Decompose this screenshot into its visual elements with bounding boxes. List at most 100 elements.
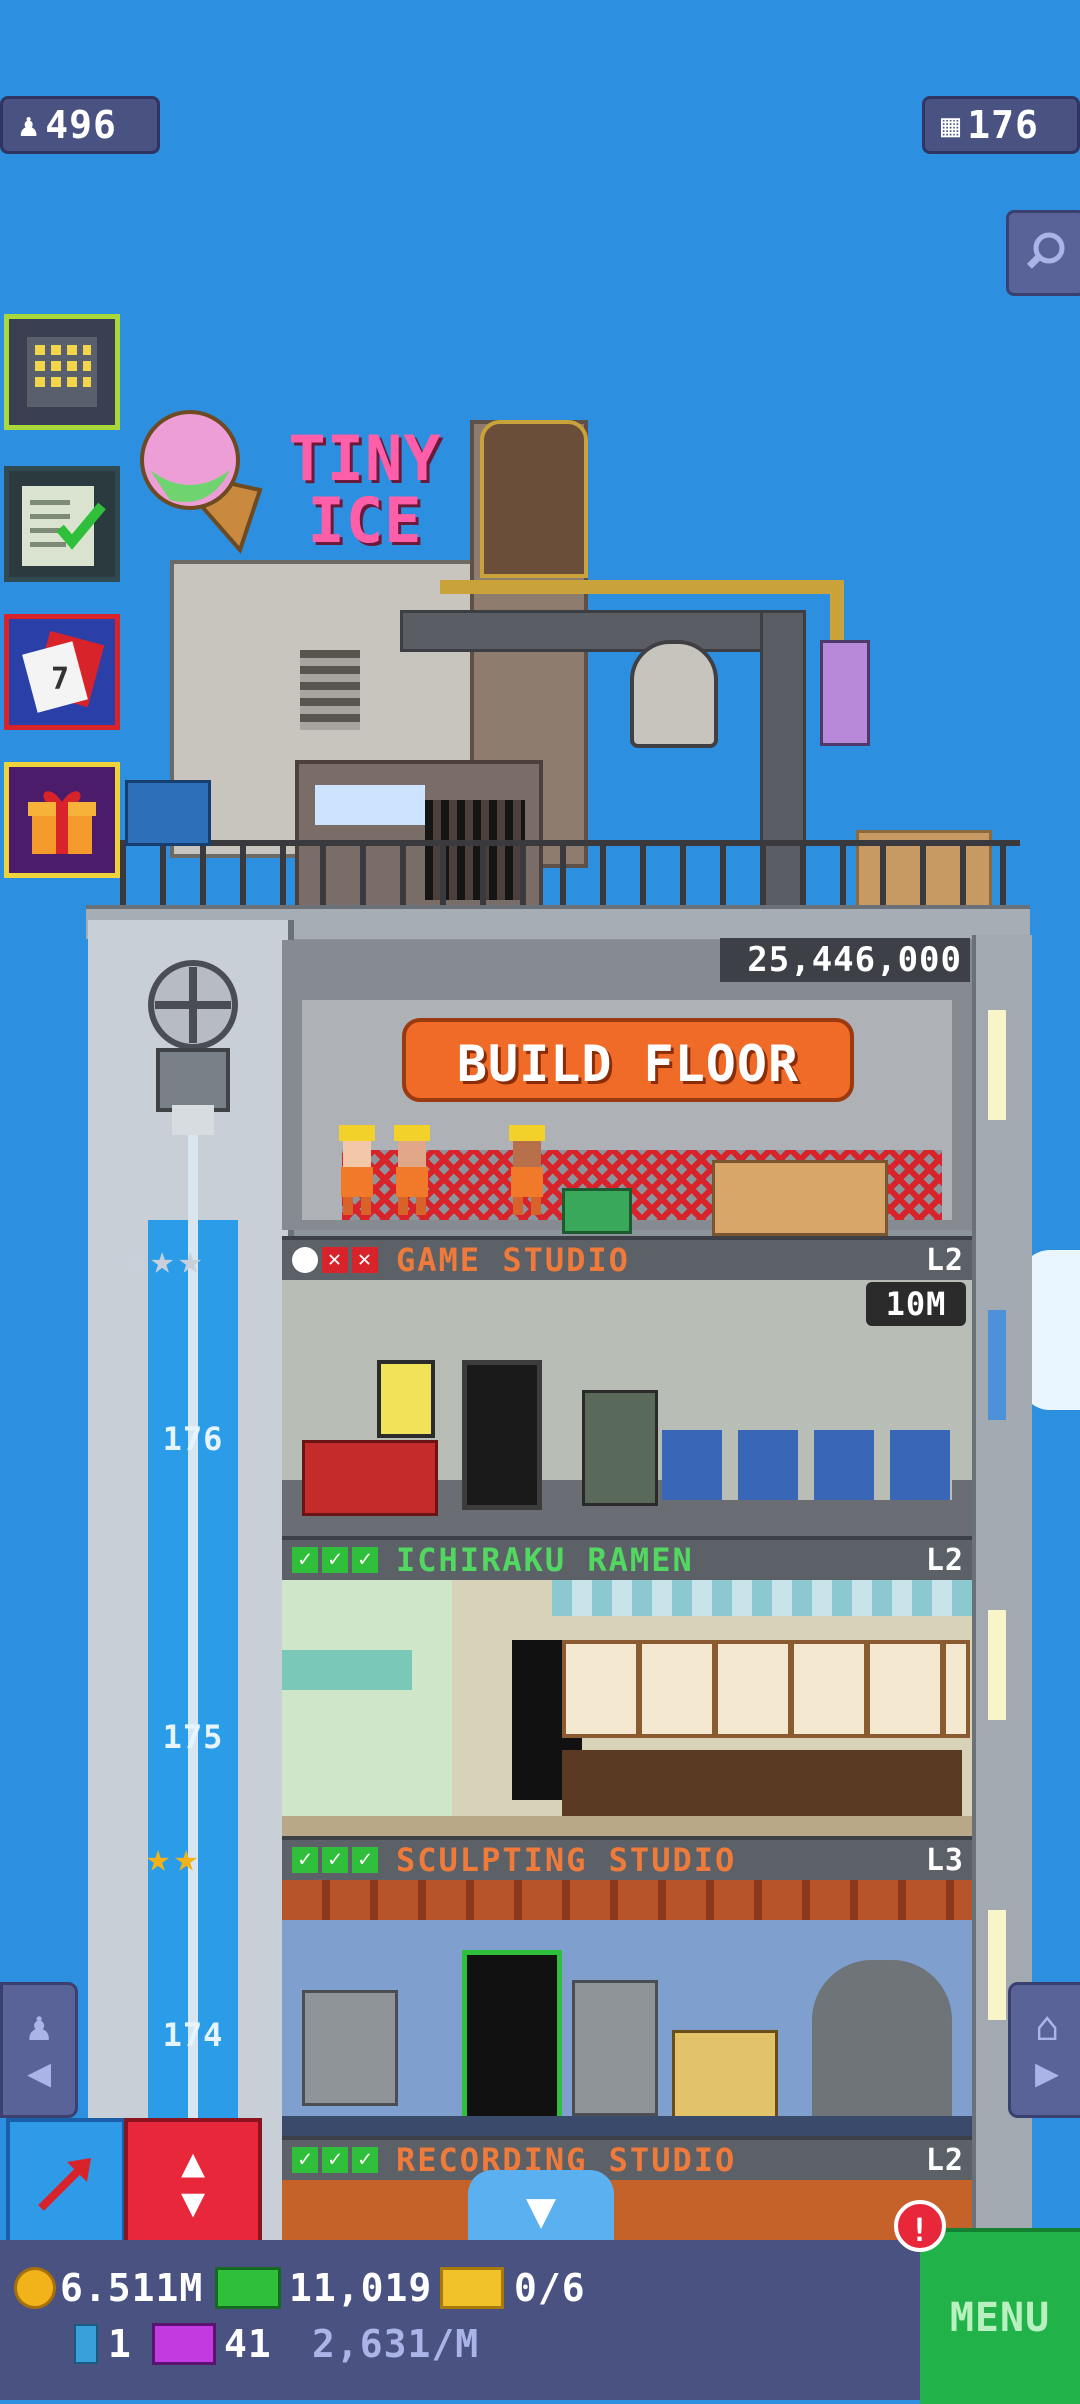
prev-tower-button[interactable]: ♟ ◀ [0, 1982, 78, 2118]
next-tower-button[interactable]: ⌂ ▶ [1008, 1982, 1080, 2118]
floor-recording-studio[interactable] [282, 2180, 972, 2240]
control-box-screen [315, 785, 425, 825]
floor-header-recording-studio[interactable]: ✓ ✓ ✓ RECORDING STUDIO L2 [282, 2136, 972, 2180]
vip-icon [152, 2323, 216, 2365]
construction-worker[interactable] [390, 1125, 434, 1215]
left-arrow-icon: ◀ [26, 2050, 52, 2096]
floor-header-sculpting-studio[interactable]: ✓ ✓ ✓ SCULPTING STUDIO L3 [282, 1836, 972, 1880]
floors-value: 176 [967, 103, 1039, 147]
search-button[interactable] [1006, 210, 1080, 296]
floor-ichiraku-ramen[interactable] [282, 1580, 972, 1836]
sculpt-door [462, 1950, 562, 2140]
magnifier-icon [1026, 232, 1065, 269]
purple-dispenser [820, 640, 870, 746]
bux-display[interactable]: 11,019 [215, 2266, 432, 2310]
floor-name: SCULPTING STUDIO [396, 1841, 737, 1879]
build-floor-button[interactable]: BUILD FLOOR [402, 1018, 854, 1102]
stocked-check-icon: ✓ [352, 1847, 378, 1873]
floor-header-ichiraku-ramen[interactable]: ✓ ✓ ✓ ICHIRAKU RAMEN L2 [282, 1536, 972, 1580]
calendar-button[interactable]: 7 [4, 614, 120, 730]
tickets-value: 0/6 [514, 2266, 586, 2310]
population-counter[interactable]: ♟ 496 [0, 96, 160, 154]
buildings-button[interactable] [4, 314, 120, 430]
calendar-icon: 7 [22, 630, 105, 713]
gold-pipe [440, 580, 840, 594]
elevator-waiting-stars: ★ ★ ★ [122, 1240, 262, 1280]
window-light [988, 1910, 1006, 2020]
income-rate: 2,631/M [312, 2322, 480, 2366]
floor-header-game-studio[interactable]: ✕ ✕ GAME STUDIO L2 [282, 1236, 972, 1280]
stocked-check-icon: ✓ [292, 1547, 318, 1573]
build-cost: 25,446,000 [720, 938, 970, 982]
construction-worker[interactable] [335, 1125, 379, 1215]
floor-sculpting-studio[interactable] [282, 1880, 972, 2140]
stocked-check-icon: ✓ [352, 1547, 378, 1573]
studio-arcade [582, 1390, 658, 1506]
roof-railing [120, 840, 1020, 912]
coin-icon [14, 2267, 56, 2309]
floor-level: L3 [925, 1842, 964, 1878]
home-icon: ⌂ [1034, 2004, 1060, 2050]
down-arrow-icon: ▼ [180, 2180, 206, 2226]
coin-star-icon: ★ [174, 1835, 199, 1881]
coins-display[interactable]: 6.511M [14, 2266, 203, 2310]
bux-value: 11,019 [289, 2266, 433, 2310]
studio-couch [302, 1440, 438, 1516]
sculpt-big-head [812, 1960, 952, 2130]
unstocked-icon: ✕ [322, 1247, 348, 1273]
gift-icon [28, 791, 96, 854]
coins-value: 6.511M [60, 2266, 204, 2310]
gold-pipe-down [830, 580, 844, 640]
sculpt-statue [302, 1990, 398, 2106]
floor-level: L2 [925, 1542, 964, 1578]
pin-arrow-icon [38, 2158, 91, 2211]
clock-icon [292, 1247, 318, 1273]
ramen-floor [282, 1816, 972, 1836]
building-icon: ▦ [941, 106, 962, 144]
menu-button[interactable]: MENU [920, 2228, 1080, 2404]
studio-desks [662, 1430, 952, 1500]
factory-vent [300, 650, 360, 730]
elevator-motor [128, 955, 258, 1155]
stocked-check-icon: ✓ [322, 1547, 348, 1573]
tickets-display[interactable]: 0/6 [440, 2266, 586, 2310]
sculpt-floor [282, 2116, 972, 2136]
stocked-check-icon: ✓ [292, 1847, 318, 1873]
ticket-icon [440, 2267, 504, 2309]
elevator-speed-button[interactable] [6, 2118, 126, 2248]
keys-display[interactable]: 1 [74, 2322, 132, 2366]
checklist-icon [22, 486, 106, 566]
key-icon [74, 2324, 98, 2364]
floor-name: GAME STUDIO [396, 1241, 630, 1279]
shaft-floor-number: 176 [162, 1420, 224, 1458]
vip-display[interactable]: 41 [152, 2322, 272, 2366]
sculpt-robot-statue [572, 1980, 658, 2116]
rooftop-sign: TINY ICE [288, 422, 442, 557]
floor-level: L2 [925, 1242, 964, 1278]
svg-text:7: 7 [51, 662, 69, 697]
floors-counter[interactable]: ▦ 176 [922, 96, 1080, 154]
window-light [988, 1610, 1006, 1720]
studio-poster [377, 1360, 435, 1438]
construction-worker[interactable] [505, 1125, 549, 1215]
building-grid-icon [27, 337, 97, 407]
blue-motor [125, 780, 211, 846]
window-light [988, 1010, 1006, 1120]
shaft-floor-number: 174 [162, 2016, 224, 2054]
window-light [988, 1310, 1006, 1420]
missions-button[interactable] [4, 466, 120, 582]
floor-stock-badge: 10M [866, 1282, 966, 1326]
gift-button[interactable] [4, 762, 120, 878]
scroll-down-button[interactable]: ▼ [468, 2170, 614, 2250]
studio-door [462, 1360, 542, 1510]
lumber-crate [712, 1160, 888, 1236]
stocked-check-icon: ✓ [322, 2147, 348, 2173]
elevator-ride-button[interactable]: ▲ ▼ [124, 2118, 262, 2248]
floor-level: L2 [925, 2142, 964, 2178]
unstocked-icon: ✕ [352, 1247, 378, 1273]
bux-icon [215, 2267, 281, 2309]
notification-badge[interactable]: ! [894, 2200, 946, 2252]
ramen-awning [282, 1650, 412, 1690]
person-icon: ♟ [26, 2004, 52, 2050]
stocked-check-icon: ✓ [322, 1847, 348, 1873]
